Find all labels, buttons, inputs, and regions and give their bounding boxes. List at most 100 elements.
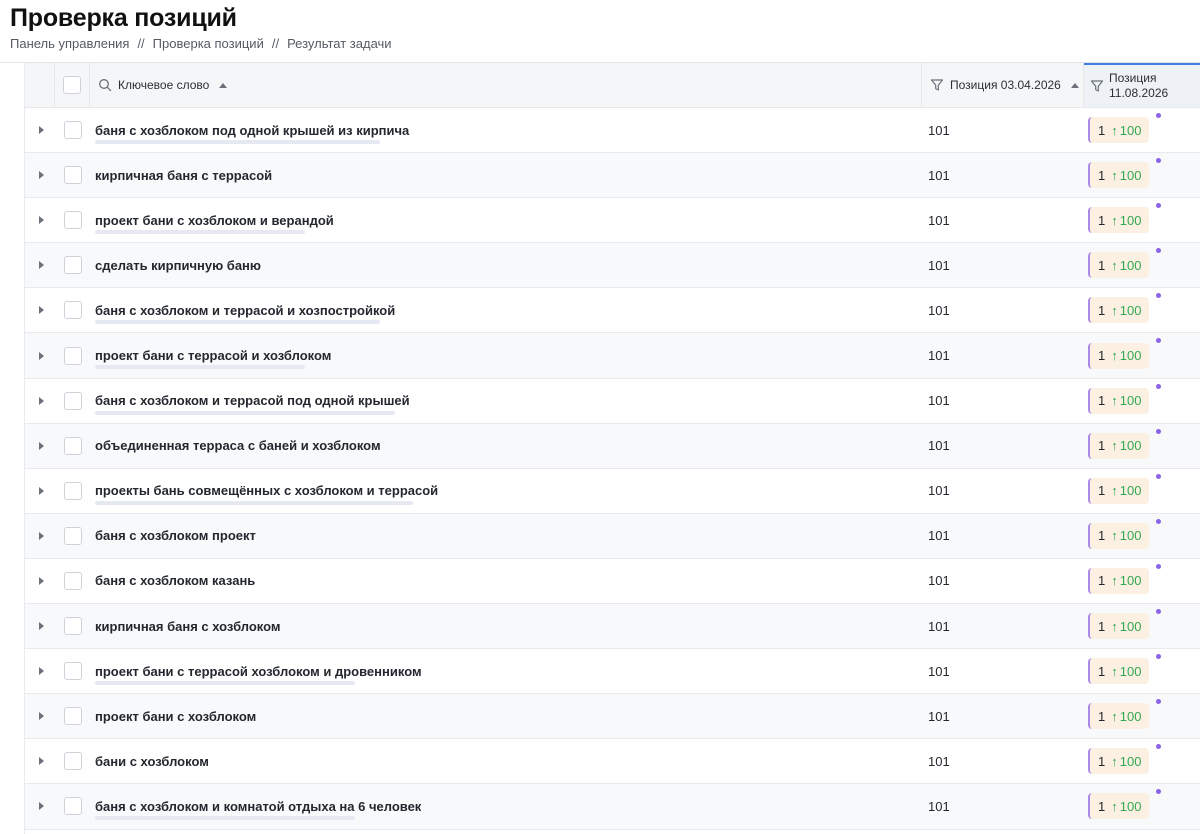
expand-row-button[interactable]: [25, 126, 55, 135]
arrow-up-icon: ↑: [1111, 348, 1118, 364]
table-row[interactable]: баня с хозблоком и комнатой отдыха на 6 …: [25, 784, 1200, 830]
row-checkbox-cell: [55, 211, 90, 230]
row-checkbox[interactable]: [63, 391, 82, 410]
position-badge[interactable]: 1 ↑ 100: [1088, 567, 1150, 594]
keyword-progress-bar: [95, 410, 395, 415]
position-badge[interactable]: 1 ↑ 100: [1088, 432, 1150, 459]
table-row[interactable]: баня с хозблоком и террасой и хозпострой…: [25, 288, 1200, 334]
row-checkbox[interactable]: [63, 617, 82, 636]
sort-ascending-icon[interactable]: [219, 82, 228, 88]
table-row[interactable]: баня с хозблоком проект 101 1 ↑ 100: [25, 513, 1200, 559]
chevron-right-icon: [38, 261, 44, 270]
table-row[interactable]: кирпичная баня с террасой 101 1 ↑ 100: [25, 153, 1200, 199]
expand-row-button[interactable]: [25, 216, 55, 225]
position-badge[interactable]: 1 ↑ 100: [1088, 162, 1150, 189]
row-checkbox[interactable]: [63, 481, 82, 500]
chevron-right-icon: [38, 667, 44, 676]
position-change-value: 100: [1119, 212, 1142, 228]
row-checkbox[interactable]: [63, 211, 82, 230]
expand-row-button[interactable]: [25, 622, 55, 631]
table-row[interactable]: баня с хозблоком и террасой под одной кр…: [25, 378, 1200, 424]
expand-row-button[interactable]: [25, 667, 55, 676]
position-value: 1: [1098, 122, 1106, 138]
position-badge[interactable]: 1 ↑ 100: [1088, 703, 1150, 730]
position-2-cell: 1 ↑ 100: [1084, 694, 1200, 738]
expand-row-button[interactable]: [25, 712, 55, 721]
arrow-up-icon: ↑: [1111, 212, 1118, 228]
column-header-position-2[interactable]: Позиция 11.08.2026: [1084, 63, 1200, 107]
keyword-text: сделать кирпичную баню: [95, 257, 262, 273]
position-badge[interactable]: 1 ↑ 100: [1088, 613, 1150, 640]
breadcrumb-item-dashboard[interactable]: Панель управления: [10, 36, 129, 51]
arrow-up-icon: ↑: [1111, 753, 1118, 769]
position-change: ↑ 100: [1111, 709, 1141, 724]
expand-row-button[interactable]: [25, 171, 55, 180]
column-header-position-1[interactable]: Позиция 03.04.2026: [922, 63, 1084, 107]
row-checkbox[interactable]: [63, 797, 82, 816]
position-badge[interactable]: 1 ↑ 100: [1088, 387, 1150, 414]
position-badge[interactable]: 1 ↑ 100: [1088, 522, 1150, 549]
expand-row-button[interactable]: [25, 531, 55, 540]
expand-row-button[interactable]: [25, 802, 55, 811]
position-badge[interactable]: 1 ↑ 100: [1088, 342, 1150, 369]
row-checkbox[interactable]: [63, 571, 82, 590]
row-checkbox[interactable]: [63, 121, 82, 140]
position-badge[interactable]: 1 ↑ 100: [1088, 117, 1150, 144]
table-row[interactable]: бани с хозблоком 101 1 ↑ 100: [25, 739, 1200, 785]
table-row[interactable]: проект бани с террасой и хозблоком 101 1…: [25, 333, 1200, 379]
filter-icon[interactable]: [930, 78, 944, 92]
breadcrumb-item-task-result: Результат задачи: [287, 36, 392, 51]
table-row[interactable]: проекты бань совмещённых с хозблоком и т…: [25, 468, 1200, 514]
expand-row-button[interactable]: [25, 576, 55, 585]
select-all-checkbox[interactable]: [63, 76, 81, 94]
table-row[interactable]: проект бани с хозблоком 101 1 ↑ 100: [25, 694, 1200, 740]
position-badge[interactable]: 1 ↑ 100: [1088, 297, 1150, 324]
position-badge[interactable]: 1 ↑ 100: [1088, 477, 1150, 504]
chevron-right-icon: [38, 171, 44, 180]
position-badge[interactable]: 1 ↑ 100: [1088, 252, 1150, 279]
table-row[interactable]: проект бани с хозблоком и верандой 101 1…: [25, 198, 1200, 244]
keyword-progress-bar: [95, 681, 355, 686]
row-checkbox[interactable]: [63, 707, 82, 726]
table-header: Ключевое слово Позиция 03.04.2026 Позици…: [25, 63, 1200, 108]
position-2-cell: 1 ↑ 100: [1084, 514, 1200, 558]
expand-row-button[interactable]: [25, 757, 55, 766]
table-row[interactable]: сделать кирпичную баню 101 1 ↑ 100: [25, 243, 1200, 289]
position-badge[interactable]: 1 ↑ 100: [1088, 748, 1150, 775]
row-checkbox[interactable]: [63, 301, 82, 320]
position-badge[interactable]: 1 ↑ 100: [1088, 793, 1150, 820]
row-checkbox[interactable]: [63, 662, 82, 681]
row-checkbox[interactable]: [63, 436, 82, 455]
expand-row-button[interactable]: [25, 351, 55, 360]
column-header-keyword[interactable]: Ключевое слово: [90, 63, 922, 107]
row-checkbox[interactable]: [63, 346, 82, 365]
row-checkbox[interactable]: [63, 526, 82, 545]
position-badge[interactable]: 1 ↑ 100: [1088, 658, 1150, 685]
table-row[interactable]: проект бани с террасой хозблоком и дрове…: [25, 649, 1200, 695]
sort-ascending-icon[interactable]: [1070, 82, 1079, 88]
row-checkbox[interactable]: [63, 752, 82, 771]
expand-row-button[interactable]: [25, 306, 55, 315]
row-checkbox[interactable]: [63, 166, 82, 185]
table-row[interactable]: объединенная терраса с баней и хозблоком…: [25, 423, 1200, 469]
keyword-text: кирпичная баня с хозблоком: [95, 618, 281, 634]
table-row[interactable]: баня с хозблоком под одной крышей из кир…: [25, 108, 1200, 154]
expand-row-button[interactable]: [25, 261, 55, 270]
position-change: ↑ 100: [1111, 799, 1141, 814]
position-badge[interactable]: 1 ↑ 100: [1088, 207, 1150, 234]
filter-icon[interactable]: [1090, 79, 1104, 93]
keyword-text: проекты бань совмещённых с хозблоком и т…: [95, 483, 439, 499]
table-row[interactable]: баня с хозблоком казань 101 1 ↑ 100: [25, 558, 1200, 605]
column-label-position-2: Позиция 11.08.2026: [1109, 71, 1168, 101]
row-checkbox[interactable]: [63, 256, 82, 275]
search-icon[interactable]: [98, 78, 112, 92]
table-row[interactable]: кирпичная баня с хозблоком 101 1 ↑ 100: [25, 604, 1200, 650]
position-1-cell: 101: [928, 212, 950, 228]
position-1-cell: 101: [928, 167, 950, 183]
expand-row-button[interactable]: [25, 486, 55, 495]
expand-row-button[interactable]: [25, 396, 55, 405]
keyword-cell: проект бани с террасой хозблоком и дрове…: [90, 649, 922, 693]
breadcrumb-item-position-check[interactable]: Проверка позиций: [153, 36, 264, 51]
chevron-right-icon: [38, 757, 44, 766]
expand-row-button[interactable]: [25, 441, 55, 450]
